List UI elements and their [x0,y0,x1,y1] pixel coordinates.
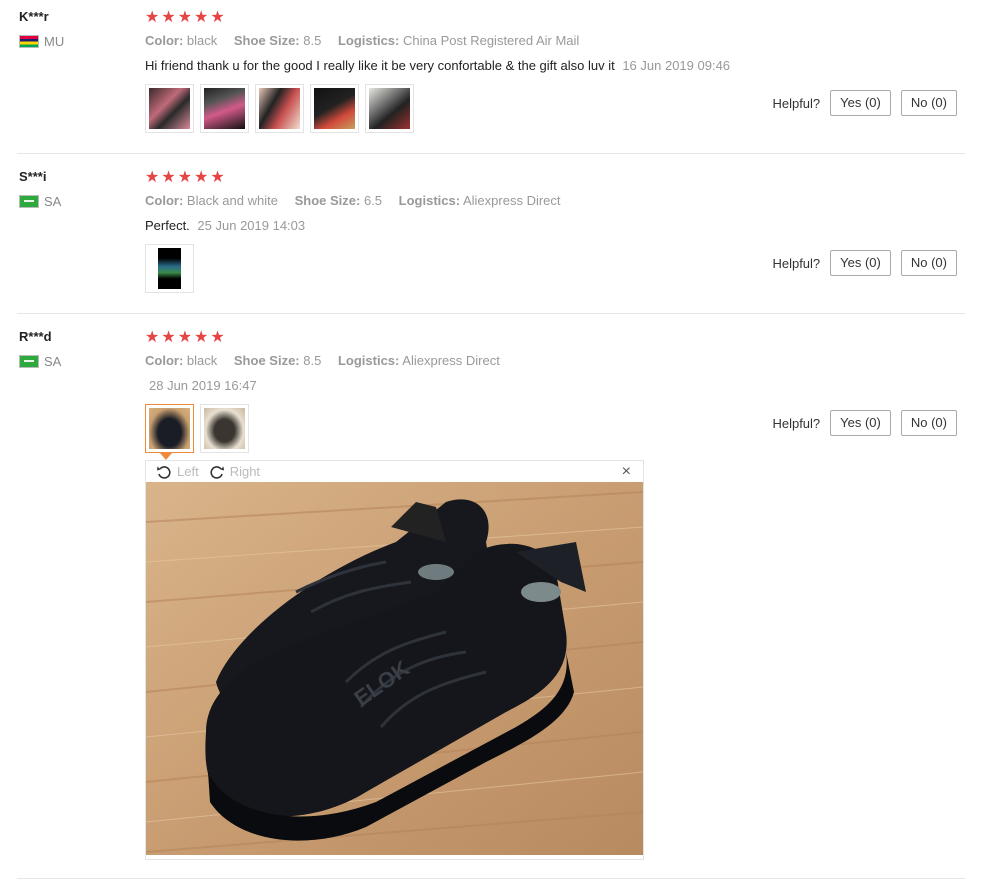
helpful-yes-button[interactable]: Yes (0) [830,410,891,436]
helpful-votes: Helpful? Yes (0) No (0) [772,90,957,116]
star-icon: ★ [177,329,193,346]
review-comment: Perfect. 25 Jun 2019 14:03 [145,218,305,233]
star-icon: ★ [177,169,193,186]
review-comment: Hi friend thank u for the good I really … [145,58,730,73]
review-photo-thumb[interactable] [365,84,414,133]
color-value: black [186,33,218,48]
order-attributes: Color: black Shoe Size: 8.5 Logistics: C… [145,33,592,48]
rotate-left-label: Left [177,464,199,479]
helpful-label: Helpful? [772,415,821,431]
viewer-toolbar: Left Right × [146,461,643,482]
country-code: MU [44,34,65,49]
star-icon: ★ [161,329,176,346]
review-photo-thumb[interactable] [310,84,359,133]
size-label: Shoe Size: [233,33,300,48]
logistics-value: Aliexpress Direct [402,353,500,368]
helpful-yes-button[interactable]: Yes (0) [830,250,891,276]
star-icon: ★ [210,329,225,346]
logistics-label: Logistics: [337,353,400,368]
size-label: Shoe Size: [233,353,300,368]
review-photos [145,404,249,453]
flag-sa-icon [19,195,39,208]
rotate-right-icon [210,465,224,479]
close-icon[interactable]: × [622,463,631,481]
comment-text: Hi friend thank u for the good I really … [145,58,615,73]
helpful-yes-button[interactable]: Yes (0) [830,90,891,116]
shoe-photo: ELOK [146,482,643,855]
size-label: Shoe Size: [294,193,361,208]
review-date: 28 Jun 2019 16:47 [149,378,257,393]
star-icon: ★ [194,329,209,346]
photo-viewer: Left Right × ELOK [145,460,644,860]
size-value: 8.5 [303,33,322,48]
star-icon: ★ [145,169,160,186]
review-photo-thumb[interactable] [145,84,194,133]
review-date: 25 Jun 2019 14:03 [197,218,306,233]
star-icon: ★ [145,329,160,346]
star-icon: ★ [161,9,176,26]
review-photo-thumb[interactable] [145,404,194,453]
logistics-label: Logistics: [337,33,400,48]
comment-text: Perfect. [145,218,190,233]
star-icon: ★ [161,169,176,186]
star-icon: ★ [177,9,193,26]
review-divider [17,153,965,154]
helpful-no-button[interactable]: No (0) [900,250,957,276]
star-rating: ★ ★ ★ ★ ★ [145,170,225,186]
reviewer-country: MU [19,34,64,49]
review-photos [145,244,194,293]
color-label: Color: [145,193,184,208]
star-icon: ★ [210,9,225,26]
size-value: 8.5 [303,353,322,368]
star-icon: ★ [194,169,209,186]
flag-mu-icon [19,35,39,48]
helpful-votes: Helpful? Yes (0) No (0) [772,250,957,276]
review-date: 16 Jun 2019 09:46 [622,58,731,73]
size-value: 6.5 [363,193,383,208]
reviewer-country: SA [19,354,61,369]
rotate-left-icon [157,465,171,479]
star-icon: ★ [194,9,209,26]
logistics-value: China Post Registered Air Mail [403,33,580,48]
review-photo-thumb[interactable] [255,84,304,133]
helpful-votes: Helpful? Yes (0) No (0) [772,410,957,436]
color-value: Black and white [186,193,278,208]
logistics-value: Aliexpress Direct [462,193,561,208]
review-photo-thumb[interactable] [145,244,194,293]
review-comment: 28 Jun 2019 16:47 [145,378,257,393]
rotate-right-button[interactable]: Right [209,464,260,480]
star-rating: ★ ★ ★ ★ ★ [145,10,225,26]
star-icon: ★ [210,169,225,186]
reviewer-name: R***d [19,329,52,344]
star-rating: ★ ★ ★ ★ ★ [145,330,225,346]
review-photo-thumb[interactable] [200,84,249,133]
review-divider [17,878,965,879]
color-label: Color: [145,353,184,368]
star-icon: ★ [145,9,160,26]
order-attributes: Color: Black and white Shoe Size: 6.5 Lo… [145,193,574,208]
reviewer-name: S***i [19,169,47,184]
viewer-pointer [160,453,172,460]
rotate-right-label: Right [229,464,261,479]
rotate-left-button[interactable]: Left [156,464,199,480]
review-photos [145,84,414,133]
enlarged-review-photo: ELOK [146,482,643,855]
reviewer-name: K***r [19,9,49,24]
flag-sa-icon [19,355,39,368]
country-code: SA [44,194,62,209]
helpful-no-button[interactable]: No (0) [900,90,957,116]
review-divider [17,313,965,314]
helpful-label: Helpful? [772,255,821,271]
color-label: Color: [145,33,184,48]
order-attributes: Color: black Shoe Size: 8.5 Logistics: A… [145,353,513,368]
review-photo-thumb[interactable] [200,404,249,453]
color-value: black [186,353,218,368]
country-code: SA [44,354,62,369]
reviewer-country: SA [19,194,61,209]
helpful-no-button[interactable]: No (0) [900,410,957,436]
logistics-label: Logistics: [398,193,461,208]
helpful-label: Helpful? [772,95,821,111]
